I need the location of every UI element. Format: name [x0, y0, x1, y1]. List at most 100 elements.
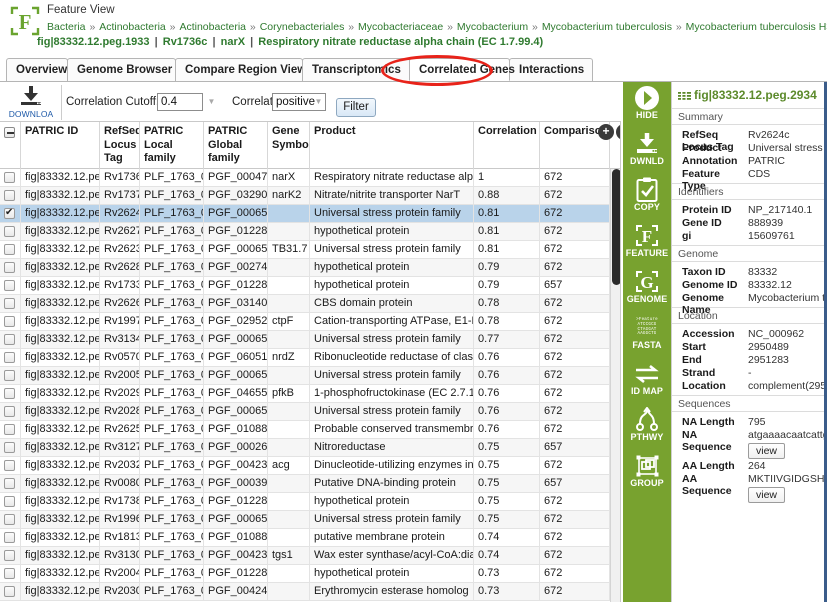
table-row[interactable]: fig|83332.12.peRv1996PLF_1763_000PGF_000… [0, 511, 620, 529]
column-header-gene-symbol[interactable]: Gene Symbol [268, 122, 310, 169]
row-checkbox[interactable] [4, 478, 15, 489]
row-checkbox[interactable] [4, 388, 15, 399]
row-checkbox[interactable] [4, 424, 15, 435]
row-checkbox-cell[interactable] [0, 457, 21, 475]
row-checkbox-cell[interactable] [0, 223, 21, 241]
table-row[interactable]: fig|83332.12.peRv2628PLF_1763_000PGF_002… [0, 259, 620, 277]
action-feature-button[interactable]: F FEATURE [623, 220, 671, 266]
row-checkbox-cell[interactable] [0, 241, 21, 259]
table-row[interactable]: fig|83332.12.peRv2627cPLF_1763_000PGF_01… [0, 223, 620, 241]
select-all-minus-icon[interactable] [4, 127, 15, 138]
row-checkbox-cell[interactable] [0, 403, 21, 421]
table-row[interactable]: fig|83332.12.peRv1737cPLF_1763_002PGF_03… [0, 187, 620, 205]
row-checkbox[interactable] [4, 280, 15, 291]
row-checkbox-cell[interactable] [0, 385, 21, 403]
row-checkbox[interactable] [4, 226, 15, 237]
breadcrumb-item-0[interactable]: Bacteria [47, 21, 86, 33]
row-checkbox[interactable] [4, 190, 15, 201]
row-checkbox-cell[interactable] [0, 349, 21, 367]
table-row[interactable]: fig|83332.12.peRv2030cPLF_1763_000PGF_00… [0, 583, 620, 601]
table-row[interactable]: fig|83332.12.peRv2028cPLF_1763_000PGF_00… [0, 403, 620, 421]
table-row[interactable]: fig|83332.12.peRv2005cPLF_1763_000PGF_00… [0, 367, 620, 385]
column-header-patric-id[interactable]: PATRIC ID [21, 122, 100, 169]
table-row[interactable]: fig|83332.12.peRv2004cPLF_1763_001PGF_01… [0, 565, 620, 583]
row-checkbox[interactable] [4, 316, 15, 327]
row-checkbox-cell[interactable] [0, 439, 21, 457]
row-checkbox-cell[interactable] [0, 277, 21, 295]
row-checkbox[interactable] [4, 496, 15, 507]
row-checkbox-cell[interactable] [0, 187, 21, 205]
table-row[interactable]: fig|83332.12.peRv2626cPLF_1763_000PGF_03… [0, 295, 620, 313]
tab-interactions[interactable]: Interactions [509, 58, 593, 81]
action-hide-button[interactable]: HIDE [623, 82, 671, 128]
row-checkbox-cell[interactable] [0, 475, 21, 493]
row-checkbox[interactable] [4, 370, 15, 381]
select-all-header-cell[interactable] [0, 122, 21, 169]
action-dwnld-button[interactable]: DWNLD [623, 128, 671, 174]
table-row[interactable]: fig|83332.12.peRv1738PLF_1763_000PGF_012… [0, 493, 620, 511]
row-checkbox-cell[interactable] [0, 529, 21, 547]
tab-transcriptomics[interactable]: Transcriptomics [302, 58, 410, 81]
table-row[interactable]: fig|83332.12.peRv2029cPLF_1763_000PGF_04… [0, 385, 620, 403]
row-checkbox-cell[interactable] [0, 169, 21, 187]
row-checkbox[interactable] [4, 514, 15, 525]
table-row[interactable]: fig|83332.12.peRv1736cPLF_1763_000PGF_00… [0, 169, 620, 187]
breadcrumb-item-5[interactable]: Mycobacterium [457, 21, 528, 33]
row-checkbox-cell[interactable] [0, 313, 21, 331]
action-genome-button[interactable]: G GENOME [623, 266, 671, 312]
action-id-map-button[interactable]: ID MAP [623, 358, 671, 404]
table-row[interactable]: fig|83332.12.peRv0570PLF_1763_000PGF_060… [0, 349, 620, 367]
action-group-button[interactable]: GROUP [623, 450, 671, 496]
table-row[interactable]: fig|83332.12.peRv2624cPLF_1763_000PGF_00… [0, 205, 620, 223]
column-header-correlation[interactable]: Correlation [474, 122, 540, 169]
action-copy-button[interactable]: COPY [623, 174, 671, 220]
row-checkbox-cell[interactable] [0, 583, 21, 601]
tab-compare-region-viewer[interactable]: Compare Region Viewer [175, 58, 317, 81]
breadcrumb-item-2[interactable]: Actinobacteria [179, 21, 246, 33]
correlation-dropdown-icon[interactable]: ▼ [311, 93, 326, 111]
row-checkbox-cell[interactable] [0, 547, 21, 565]
row-checkbox-cell[interactable] [0, 421, 21, 439]
column-header-patric-global-family[interactable]: PATRIC Global family [204, 122, 268, 169]
view-sequence-button[interactable]: view [748, 443, 786, 459]
row-checkbox[interactable] [4, 406, 15, 417]
row-checkbox-cell[interactable] [0, 331, 21, 349]
row-checkbox-cell[interactable] [0, 367, 21, 385]
row-checkbox-cell[interactable] [0, 259, 21, 277]
download-button[interactable]: DOWNLOA [4, 85, 58, 121]
row-checkbox[interactable] [4, 298, 15, 309]
row-checkbox[interactable] [4, 460, 15, 471]
row-checkbox-cell[interactable] [0, 295, 21, 313]
filter-button[interactable]: Filter [336, 98, 376, 117]
table-row[interactable]: fig|83332.12.peRv1733cPLF_1763_000PGF_01… [0, 277, 620, 295]
row-checkbox[interactable] [4, 550, 15, 561]
correlation-cutoff-input[interactable] [157, 93, 203, 111]
table-row[interactable]: fig|83332.12.peRv3130cPLF_1763_000PGF_00… [0, 547, 620, 565]
row-checkbox[interactable] [4, 262, 15, 273]
table-body[interactable]: fig|83332.12.peRv1736cPLF_1763_000PGF_00… [0, 169, 620, 602]
table-row[interactable]: fig|83332.12.peRv3134cPLF_1763_003PGF_00… [0, 331, 620, 349]
column-header-patric-local-family[interactable]: PATRIC Local family [140, 122, 204, 169]
tab-genome-browser[interactable]: Genome Browser [67, 58, 176, 81]
action-fasta-button[interactable]: >Feature ATCCGCG CTAGGAT AAGGCTG FASTA [623, 312, 671, 358]
breadcrumb-item-1[interactable]: Actinobacteria [99, 21, 166, 33]
row-checkbox[interactable] [4, 532, 15, 543]
add-column-button[interactable]: + [598, 124, 614, 140]
scrollbar-thumb[interactable] [612, 169, 620, 285]
row-checkbox[interactable] [4, 568, 15, 579]
row-checkbox-cell[interactable] [0, 493, 21, 511]
view-sequence-button[interactable]: view [748, 487, 786, 503]
table-row[interactable]: fig|83332.12.peRv3127PLF_1763_000PGF_000… [0, 439, 620, 457]
action-pthwy-button[interactable]: PTHWY [623, 404, 671, 450]
row-checkbox[interactable] [4, 352, 15, 363]
table-row[interactable]: fig|83332.12.peRv1997PLF_1763_000PGF_029… [0, 313, 620, 331]
row-checkbox[interactable] [4, 172, 15, 183]
correlation-cutoff-dropdown-icon[interactable]: ▼ [204, 93, 219, 111]
table-row[interactable]: fig|83332.12.peRv1813cPLF_1763_000PGF_01… [0, 529, 620, 547]
row-checkbox-cell[interactable] [0, 205, 21, 223]
table-row[interactable]: fig|83332.12.peRv2032PLF_1763_000PGF_004… [0, 457, 620, 475]
breadcrumb-item-4[interactable]: Mycobacteriaceae [358, 21, 443, 33]
table-row[interactable]: fig|83332.12.peRv0080PLF_1763_000PGF_000… [0, 475, 620, 493]
row-checkbox[interactable] [4, 244, 15, 255]
row-checkbox[interactable] [4, 442, 15, 453]
